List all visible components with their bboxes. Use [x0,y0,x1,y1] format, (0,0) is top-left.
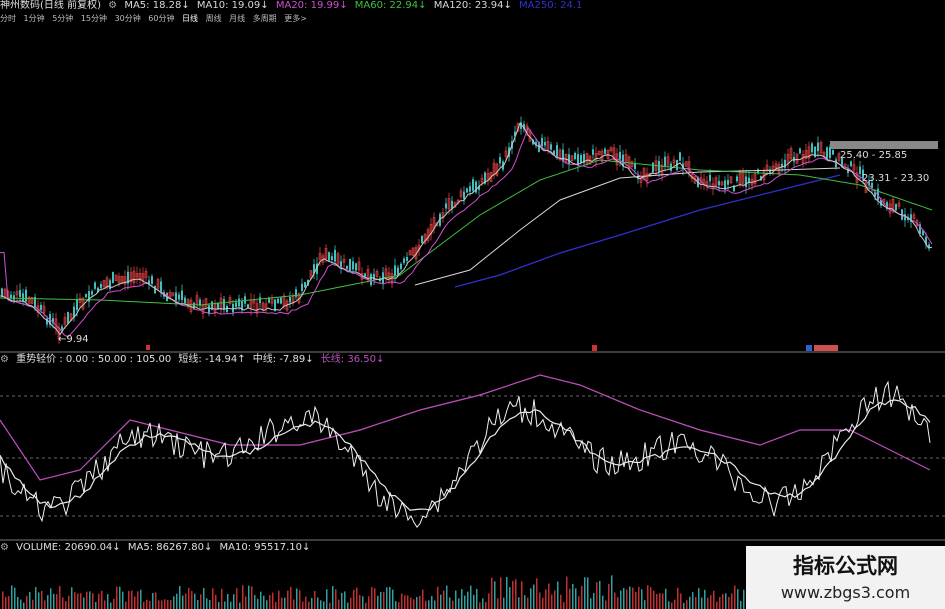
indicator-short-line [0,380,931,529]
ma120-label: MA120: 23.94↓ [433,0,512,11]
event-marker[interactable] [814,345,838,351]
indicator-header: ⚙ 重势轻价 : 0.00 : 50.00 : 105.00 短线: -14.9… [0,353,388,366]
candlesticks [1,116,930,344]
ma20-line [0,126,933,338]
tab-timeframe-2[interactable]: 5分钟 [52,14,73,23]
indicator-long-label: 长线: 36.50↓ [320,354,385,365]
volume-bars [2,575,745,609]
volume-ma5-label: MA5: 86267.80↓ [127,542,213,553]
tab-timeframe-7[interactable]: 周线 [206,14,222,23]
range-label-1: 25.40 - 25.85 [840,150,908,161]
price-selection-box[interactable] [830,141,938,149]
indicator-settings-icon[interactable]: ⚙ [0,354,9,365]
tab-timeframe-3[interactable]: 15分钟 [81,14,107,23]
volume-header: ⚙ VOLUME: 20690.04↓ MA5: 86267.80↓ MA10:… [0,541,314,554]
event-marker[interactable] [146,345,150,350]
ma20-label: MA20: 19.99↓ [275,0,348,11]
ma5-label: MA5: 18.28↓ [124,0,190,11]
watermark-box: 指标公式网 www.zbgs3.com [746,546,945,609]
chart-header: 神州数码(日线 前复权) ⚙ MA5: 18.28↓ MA10: 19.09↓ … [0,0,586,12]
indicator-short-label: 短线: -14.94↑ [178,354,246,365]
tab-timeframe-8[interactable]: 月线 [229,14,245,23]
watermark-url: www.zbgs3.com [780,583,911,602]
tab-timeframe-10[interactable]: 更多> [284,14,307,23]
tab-timeframe-5[interactable]: 60分钟 [148,14,174,23]
ma250-line [454,174,841,288]
ma-settings-icon[interactable]: ⚙ [108,0,117,11]
event-marker[interactable] [806,345,812,351]
volume-ma10-label: MA10: 95517.10↓ [219,542,311,553]
tab-timeframe-1[interactable]: 1分钟 [24,14,45,23]
range-label-2: 23.31 - 23.30 [862,173,930,184]
volume-settings-icon[interactable]: ⚙ [0,542,9,553]
event-marker[interactable] [592,345,597,351]
stock-title[interactable]: 神州数码(日线 前复权) [0,0,101,11]
low-price-value: 9.94 [66,334,89,345]
volume-label: VOLUME: 20690.04↓ [16,542,121,553]
ma60-label: MA60: 22.94↓ [354,0,427,11]
tab-timeframe-4[interactable]: 30分钟 [115,14,141,23]
timeframe-bar: 分时 1分钟 5分钟 15分钟 30分钟 60分钟 日线 周线 月线 多周期 更… [0,13,312,25]
ma250-label: MA250: 24.1 [519,0,583,11]
indicator-mid-label: 中线: -7.89↓ [252,354,314,365]
tab-timeframe-0[interactable]: 分时 [0,14,16,23]
tab-timeframe-6[interactable]: 日线 [182,14,198,23]
stock-chart-canvas[interactable] [0,0,945,609]
watermark-title: 指标公式网 [793,554,898,578]
indicator-long-line [0,374,931,481]
tab-timeframe-9[interactable]: 多周期 [253,14,277,23]
ma10-label: MA10: 19.09↓ [196,0,269,11]
low-price-label: ←9.94 [58,334,89,345]
indicator-name[interactable]: 重势轻价 : 0.00 : 50.00 : 105.00 [16,354,171,365]
indicator-mid-line [0,399,931,511]
